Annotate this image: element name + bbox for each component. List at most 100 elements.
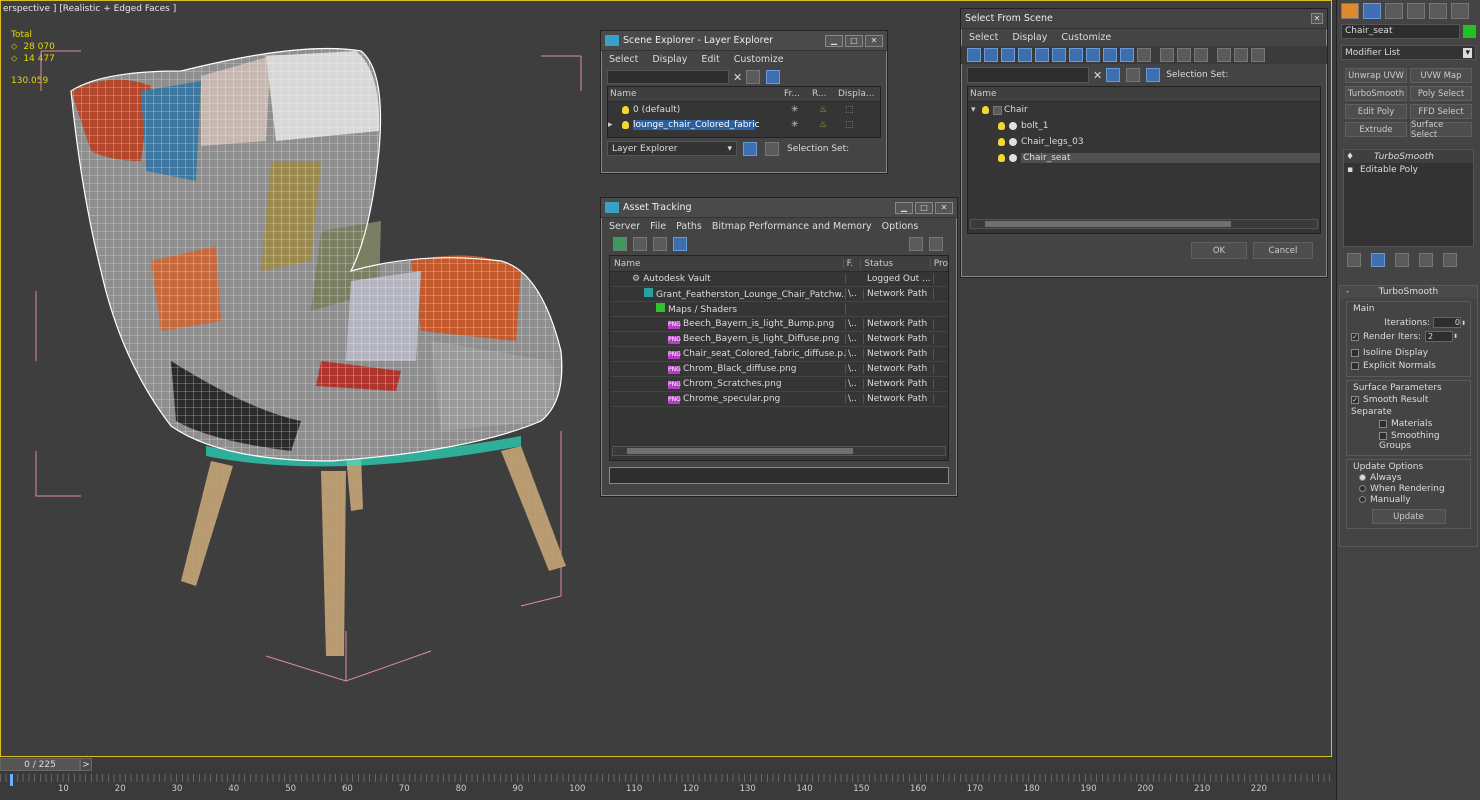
bulb-icon[interactable]	[998, 122, 1005, 130]
expand-icon[interactable]: ▸	[608, 120, 622, 130]
hierarchy-tab-icon[interactable]	[1385, 3, 1403, 19]
teapot-icon[interactable]: ♨	[819, 120, 845, 130]
collapse-icon[interactable]: ▾	[968, 105, 982, 115]
collapse-icon[interactable]: -	[1346, 287, 1349, 297]
menu-display[interactable]: Display	[1012, 32, 1047, 43]
bulb-icon[interactable]	[622, 120, 629, 129]
layer-explorer-window[interactable]: Scene Explorer - Layer Explorer ▁ □ ✕ Se…	[600, 30, 888, 174]
sync-selection-icon[interactable]	[1251, 48, 1265, 62]
bulb-icon[interactable]	[998, 154, 1005, 162]
create-tab-icon[interactable]	[1341, 3, 1359, 19]
display-lights-icon[interactable]	[1001, 48, 1015, 62]
col-name[interactable]: Name	[608, 89, 784, 99]
menu-server[interactable]: Server	[609, 221, 640, 232]
viewport-label[interactable]: erspective ] [Realistic + Edged Faces ]	[3, 4, 176, 14]
turbosmooth-button[interactable]: TurboSmooth	[1345, 86, 1407, 101]
render-iters-checkbox[interactable]: ✓	[1351, 332, 1359, 341]
display-none-icon[interactable]	[1177, 48, 1191, 62]
smoothing-groups-checkbox[interactable]	[1379, 431, 1387, 440]
bulb-icon[interactable]	[998, 138, 1005, 146]
poly-select-button[interactable]: Poly Select	[1410, 86, 1472, 101]
scrollbar-thumb[interactable]	[985, 221, 1231, 227]
configure-sets-icon[interactable]	[1443, 253, 1457, 267]
table-row[interactable]: ⚙ Autodesk Vault Logged Out ...	[610, 272, 948, 287]
thumbnail-view-icon[interactable]	[653, 237, 667, 251]
display-tab-icon[interactable]	[1429, 3, 1447, 19]
find-case-icon[interactable]	[746, 70, 761, 84]
render-iters-spinner[interactable]: 2	[1425, 331, 1454, 342]
rollout-header[interactable]: - TurboSmooth	[1340, 286, 1477, 298]
horizontal-scrollbar[interactable]	[970, 219, 1318, 229]
col-status[interactable]: Status	[861, 258, 931, 269]
surface-select-button[interactable]: Surface Select	[1410, 120, 1472, 140]
display-geometry-icon[interactable]	[967, 48, 981, 62]
maximize-icon[interactable]: □	[915, 201, 933, 214]
col-pro[interactable]: Pro	[931, 259, 948, 269]
pin-stack-icon[interactable]	[1347, 253, 1361, 267]
bulb-icon[interactable]	[622, 105, 629, 114]
horizontal-scrollbar[interactable]	[612, 446, 946, 456]
table-view-icon[interactable]	[673, 237, 687, 251]
col-name[interactable]: Name	[610, 258, 844, 269]
refresh-icon[interactable]	[613, 237, 627, 251]
cancel-button[interactable]: Cancel	[1253, 242, 1313, 259]
layers-icon[interactable]	[1126, 68, 1141, 82]
minimize-icon[interactable]: ▁	[895, 201, 913, 214]
expand-icon[interactable]: ▪	[1344, 165, 1358, 175]
close-icon[interactable]: ✕	[865, 34, 883, 47]
display-frozen-icon[interactable]	[1137, 48, 1151, 62]
list-view-icon[interactable]	[633, 237, 647, 251]
ok-button[interactable]: OK	[1191, 242, 1247, 259]
freeze-icon[interactable]: ✳	[791, 105, 819, 115]
spinner-arrows-icon[interactable]: ⬍	[1453, 333, 1458, 340]
settings-icon[interactable]	[929, 237, 943, 251]
layers-add-icon[interactable]	[766, 70, 781, 84]
chair-model[interactable]	[1, 31, 621, 731]
smooth-result-checkbox[interactable]: ✓	[1351, 395, 1359, 404]
menu-select[interactable]: Select	[969, 32, 998, 43]
menu-customize[interactable]: Customize	[1061, 32, 1111, 43]
unwrap-uvw-button[interactable]: Unwrap UVW	[1345, 68, 1407, 83]
display-containers-icon[interactable]	[1120, 48, 1134, 62]
layer-mode-icon[interactable]	[743, 141, 757, 156]
chair-seat[interactable]	[70, 47, 563, 462]
explicit-normals-checkbox[interactable]	[1351, 361, 1359, 370]
menu-select[interactable]: Select	[609, 54, 638, 65]
layer-row[interactable]: 0 (default) ✳ ♨ ⬚	[608, 102, 880, 117]
display-shapes-icon[interactable]	[984, 48, 998, 62]
table-row[interactable]: Grant_Featherston_Lounge_Chair_Patchw...…	[610, 287, 948, 302]
bulb-icon[interactable]	[982, 106, 989, 114]
display-cameras-icon[interactable]	[1018, 48, 1032, 62]
isoline-display-checkbox[interactable]	[1351, 348, 1359, 357]
table-row[interactable]: PNG Chrom_Scratches.png \.. Network Path	[610, 377, 948, 392]
maximize-icon[interactable]: □	[845, 34, 863, 47]
col-f[interactable]: F.	[844, 258, 862, 269]
motion-tab-icon[interactable]	[1407, 3, 1425, 19]
teapot-icon[interactable]: ♨	[819, 105, 845, 115]
filter-options-icon[interactable]	[1234, 48, 1248, 62]
select-from-scene-window[interactable]: Select From Scene ✕ Select Display Custo…	[960, 8, 1328, 278]
minimize-icon[interactable]: ▁	[825, 34, 843, 47]
menu-display[interactable]: Display	[652, 54, 687, 65]
filter-icon[interactable]	[1217, 48, 1231, 62]
extrude-button[interactable]: Extrude	[1345, 122, 1407, 137]
edit-poly-button[interactable]: Edit Poly	[1345, 104, 1407, 119]
display-xrefs-icon[interactable]	[1086, 48, 1100, 62]
menu-bitmap-performance[interactable]: Bitmap Performance and Memory	[712, 221, 872, 232]
chair-legs[interactable]	[181, 436, 566, 656]
object-name-field[interactable]: Chair_seat	[1341, 24, 1460, 39]
tree-node[interactable]: Chair_legs_03	[968, 134, 1320, 150]
select-from-scene-titlebar[interactable]: Select From Scene ✕	[961, 9, 1327, 29]
track-bar[interactable]: 10 20 30 40 50 60 70 80 90 100 110 120 130 140 150 160 1…	[0, 774, 1332, 794]
display-groups-icon[interactable]	[1069, 48, 1083, 62]
iterations-spinner[interactable]: 0	[1432, 317, 1461, 328]
display-icon[interactable]: ⬚	[845, 105, 854, 115]
time-slider[interactable]: 0 / 225	[0, 757, 80, 771]
layer-search-input[interactable]	[607, 70, 729, 84]
hierarchy-mode-icon[interactable]	[765, 141, 779, 156]
ffd-select-button[interactable]: FFD Select	[1410, 104, 1472, 119]
table-row[interactable]: PNG Beech_Bayern_is_light_Bump.png \.. Ne…	[610, 317, 948, 332]
asset-tracking-titlebar[interactable]: Asset Tracking ▁ □ ✕	[601, 198, 957, 218]
materials-checkbox[interactable]	[1379, 419, 1387, 428]
asset-tracking-window[interactable]: Asset Tracking ▁ □ ✕ Server File Paths B…	[600, 197, 958, 497]
